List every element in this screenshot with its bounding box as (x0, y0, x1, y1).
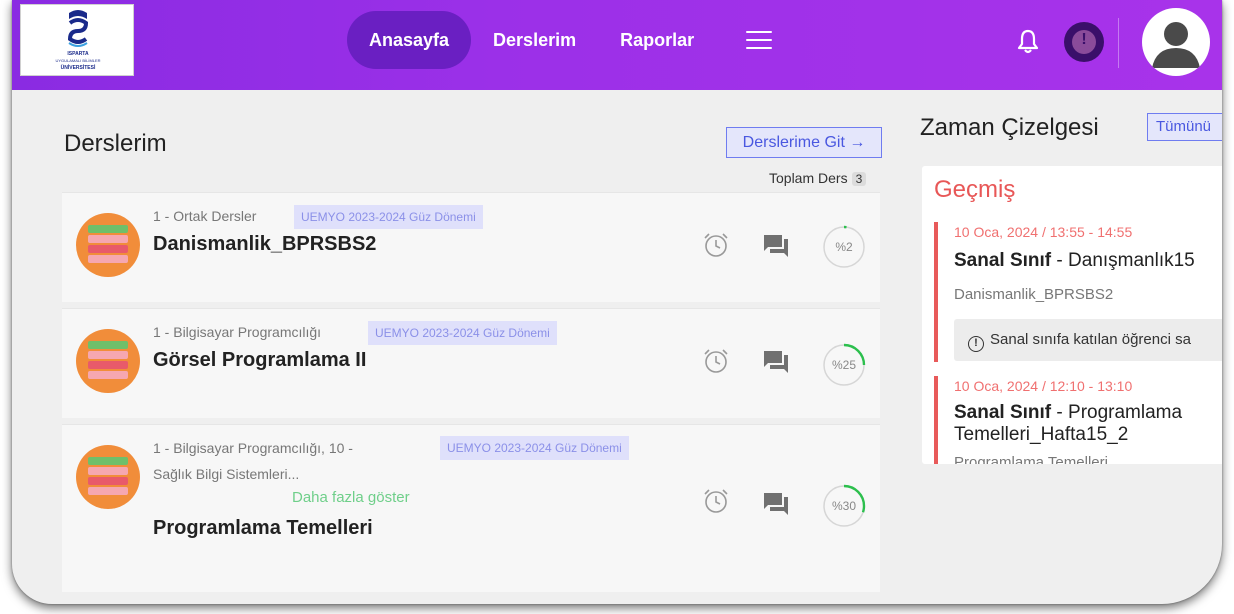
top-header: ISPARTA UYGULAMALI BİLİMLER ÜNİVERSİTESİ… (12, 0, 1222, 90)
alarm-clock-icon[interactable] (702, 231, 730, 259)
event-title[interactable]: Sanal Sınıf - Danışmanlık15 (954, 250, 1222, 272)
course-category-more: Sağlık Bilgi Sistemleri... (153, 466, 300, 482)
timeline-panel: Geçmiş 10 Oca, 2024 / 13:55 - 14:55 Sana… (922, 166, 1222, 464)
menu-icon[interactable] (746, 31, 773, 49)
event-course: Programlama Temelleri (954, 454, 1108, 464)
total-courses-label: Toplam Ders (769, 170, 848, 186)
books-icon (76, 213, 140, 277)
forum-icon[interactable] (762, 491, 790, 517)
progress-label: %25 (832, 358, 856, 372)
event-title[interactable]: Sanal Sınıf - Programlama Temelleri_Haft… (954, 402, 1222, 446)
timeline-title: Zaman Çizelgesi (920, 114, 1099, 141)
progress-label: %30 (832, 499, 856, 513)
event-time: 10 Oca, 2024 / 12:10 - 13:10 (954, 378, 1133, 394)
courses-title: Derslerim (64, 130, 167, 157)
forum-icon[interactable] (762, 233, 790, 259)
alarm-clock-icon[interactable] (702, 487, 730, 515)
total-courses-count: 3 (851, 172, 867, 186)
past-heading: Geçmiş (934, 176, 1016, 203)
forum-icon[interactable] (762, 349, 790, 375)
user-avatar[interactable] (1142, 8, 1210, 76)
logo-line-1: ISPARTA (67, 51, 89, 57)
books-icon (76, 329, 140, 393)
course-category: 1 - Ortak Dersler (153, 208, 257, 224)
show-more-link[interactable]: Daha fazla göster (292, 489, 410, 506)
event-note-text: Sanal sınıfa katılan öğrenci sa (990, 331, 1191, 348)
header-divider (1118, 18, 1119, 68)
user-avatar-icon (1152, 22, 1200, 68)
total-courses: Toplam Ders 3 (769, 170, 867, 186)
progress-label: %2 (835, 240, 853, 254)
timeline-event[interactable]: 10 Oca, 2024 / 12:10 - 13:10 Sanal Sınıf… (934, 376, 1222, 464)
timeline-event[interactable]: 10 Oca, 2024 / 13:55 - 14:55 Sanal Sınıf… (934, 222, 1222, 362)
progress-ring: %2 (822, 225, 866, 269)
course-card[interactable]: 1 - Bilgisayar Programcılığı, 10 - Sağlı… (62, 424, 880, 592)
course-category: 1 - Bilgisayar Programcılığı (153, 324, 322, 340)
course-title[interactable]: Görsel Programlama II (153, 349, 366, 372)
event-course: Danismanlik_BPRSBS2 (954, 286, 1114, 303)
logo-line-2: UYGULAMALI BİLİMLER (55, 58, 101, 63)
alert-label: ! (1081, 31, 1087, 48)
logo-mark-icon (67, 10, 89, 47)
nav-derslerim[interactable]: Derslerim (471, 11, 598, 69)
goto-courses-button[interactable]: Derslerime Git → (726, 127, 882, 158)
logo-line-3: ÜNİVERSİTESİ (60, 65, 96, 71)
alert-icon[interactable]: ! (1064, 22, 1104, 62)
progress-ring: %30 (822, 484, 866, 528)
course-category: 1 - Bilgisayar Programcılığı, 10 - (153, 440, 353, 456)
university-logo[interactable]: ISPARTA UYGULAMALI BİLİMLER ÜNİVERSİTESİ (20, 4, 134, 76)
books-icon (76, 445, 140, 509)
view-all-button[interactable]: Tümünü (1147, 113, 1222, 141)
nav-raporlar[interactable]: Raporlar (598, 11, 716, 69)
course-title[interactable]: Programlama Temelleri (153, 517, 373, 540)
course-title[interactable]: Danismanlik_BPRSBS2 (153, 233, 376, 256)
course-card[interactable]: 1 - Ortak Dersler UEMYO 2023-2024 Güz Dö… (62, 192, 880, 302)
term-badge: UEMYO 2023-2024 Güz Dönemi (440, 436, 629, 460)
info-icon: ! (968, 336, 984, 352)
main-nav: Anasayfa Derslerim Raporlar (347, 11, 773, 69)
term-badge: UEMYO 2023-2024 Güz Dönemi (368, 321, 557, 345)
event-note: ! Sanal sınıfa katılan öğrenci sa (954, 319, 1222, 361)
bell-icon[interactable] (1017, 28, 1039, 54)
event-time: 10 Oca, 2024 / 13:55 - 14:55 (954, 224, 1133, 240)
term-badge: UEMYO 2023-2024 Güz Dönemi (294, 205, 483, 229)
alarm-clock-icon[interactable] (702, 347, 730, 375)
progress-ring: %25 (822, 343, 866, 387)
app-window: ISPARTA UYGULAMALI BİLİMLER ÜNİVERSİTESİ… (12, 0, 1222, 604)
course-card[interactable]: 1 - Bilgisayar Programcılığı UEMYO 2023-… (62, 308, 880, 418)
nav-anasayfa[interactable]: Anasayfa (347, 11, 472, 69)
